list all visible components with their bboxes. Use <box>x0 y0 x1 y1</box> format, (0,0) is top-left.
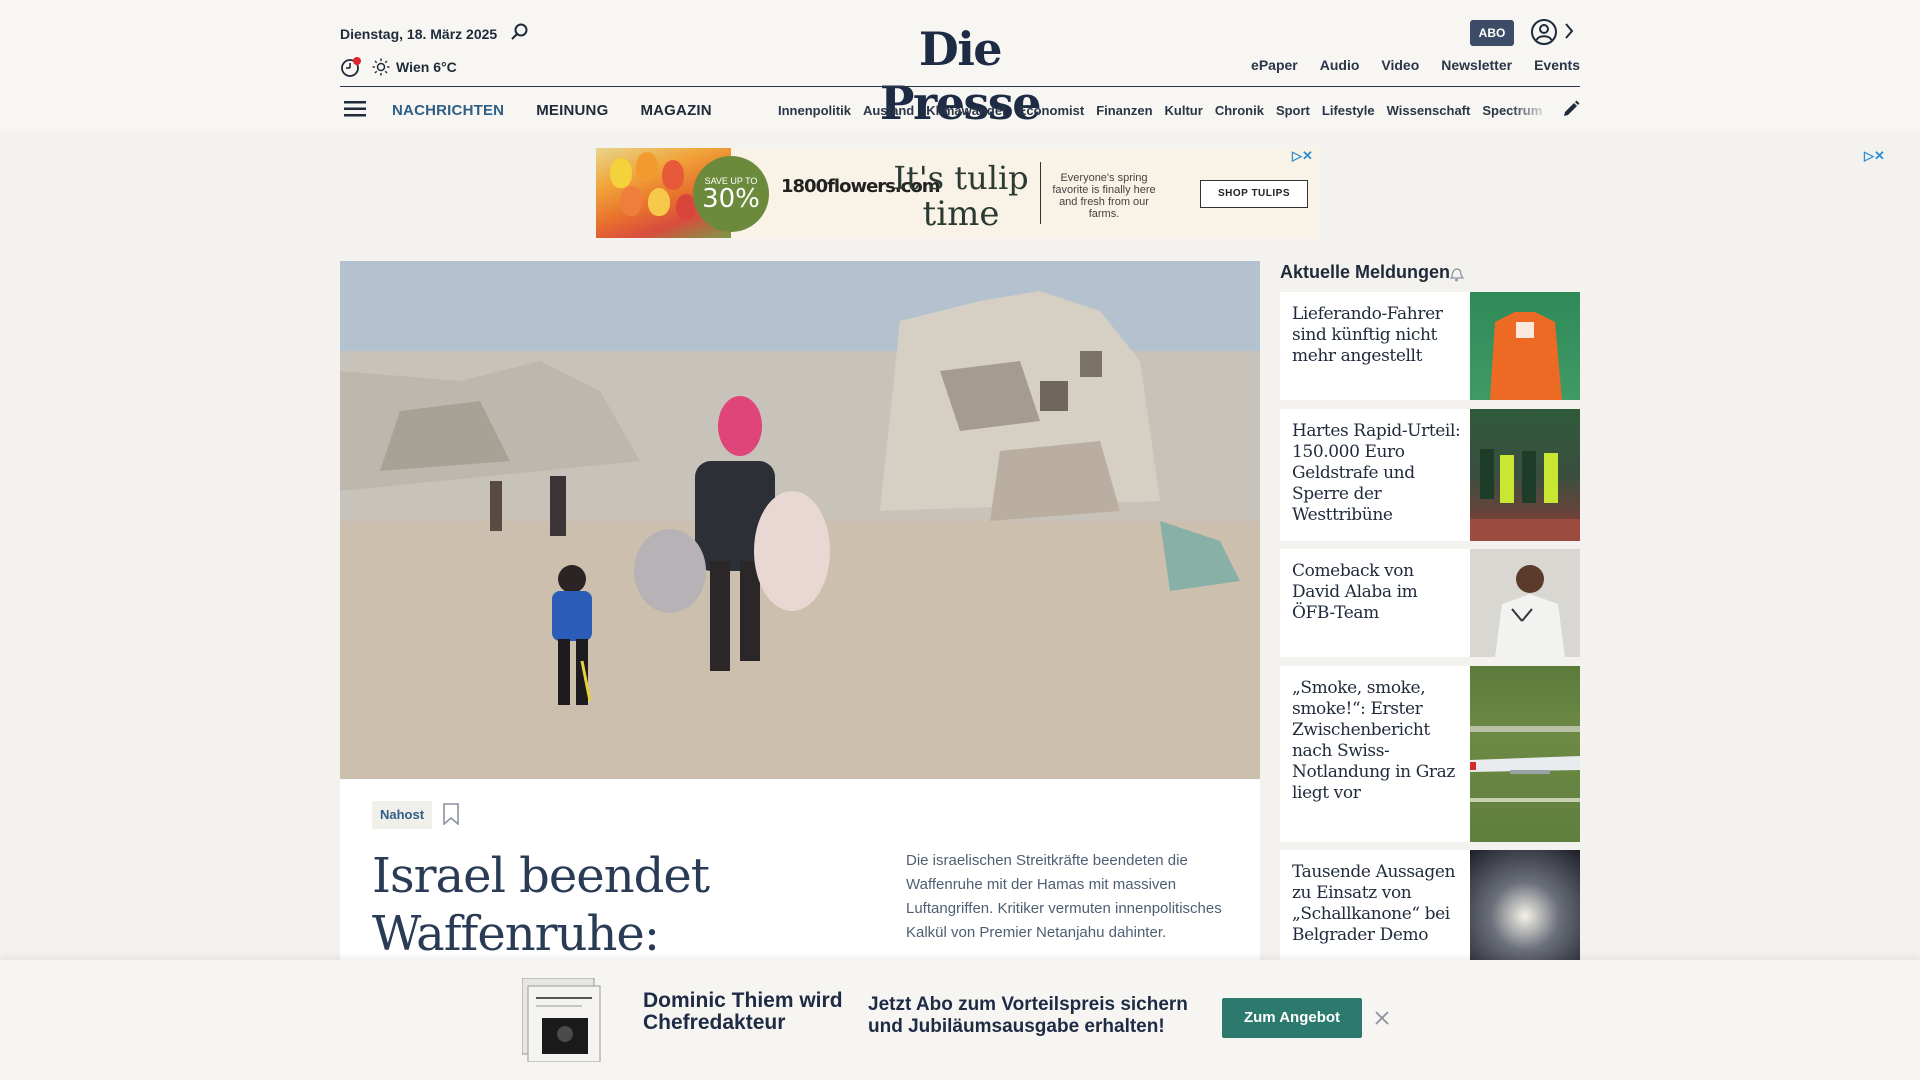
subnav-ausland[interactable]: Ausland <box>863 103 914 118</box>
adchoices-icon-right[interactable]: ▷✕ <box>1864 148 1896 164</box>
news-item[interactable]: „Smoke, smoke, smoke!“: Erster Zwischenb… <box>1280 666 1580 842</box>
top-link-video[interactable]: Video <box>1381 57 1419 73</box>
user-account-icon[interactable] <box>1530 18 1558 46</box>
tab-nachrichten[interactable]: NACHRICHTEN <box>392 102 504 119</box>
news-thumbnail <box>1470 666 1580 842</box>
news-thumbnail <box>1470 850 1580 960</box>
ad-copy: Everyone's spring favorite is finally he… <box>1052 172 1156 220</box>
subnav-kultur[interactable]: Kultur <box>1165 103 1203 118</box>
top-link-newsletter[interactable]: Newsletter <box>1441 57 1512 73</box>
sidebar-title: Aktuelle Meldungen <box>1280 262 1451 282</box>
category-tag[interactable]: Nahost <box>372 801 433 829</box>
subscription-promo-bar: Dominic Thiem wird Chefredakteur Jetzt A… <box>0 960 1920 1080</box>
advertisement-banner[interactable]: SAVE UP TO 30% 1800flowers.com It's tuli… <box>596 148 1320 238</box>
hamburger-menu-icon[interactable] <box>344 99 366 119</box>
news-thumbnail-graphic <box>1470 449 1580 541</box>
news-thumbnail <box>1470 549 1580 657</box>
ad-headline-line1: It's tulip <box>893 159 1029 197</box>
main-nav-tabs: NACHRICHTEN MEINUNG MAGAZIN <box>392 102 712 119</box>
bookmark-icon[interactable] <box>442 803 460 825</box>
weather-info[interactable]: Wien 6°C <box>396 59 457 75</box>
ad-headline: It's tulip time <box>886 160 1036 232</box>
notification-clock-icon[interactable] <box>340 56 362 78</box>
main-navigation: NACHRICHTEN MEINUNG MAGAZIN Innenpolitik… <box>340 88 1580 132</box>
promo-text: Jetzt Abo zum Vorteilspreis sichern und … <box>868 994 1188 1037</box>
subnav-klimawandel[interactable]: Klimawandel <box>926 103 1005 118</box>
news-item[interactable]: Comeback von David Alaba im ÖFB-Team <box>1280 549 1580 657</box>
tab-meinung[interactable]: MEINUNG <box>536 102 608 119</box>
news-thumbnail <box>1470 292 1580 400</box>
ad-separator <box>1040 162 1041 224</box>
search-icon[interactable] <box>510 22 530 42</box>
header-inner: Dienstag, 18. März 2025 Wien 6°C Die Pre… <box>340 0 1580 132</box>
news-item-title: Comeback von David Alaba im ÖFB-Team <box>1292 561 1418 623</box>
lead-headline[interactable]: Israel beendet Waffenruhe: <box>372 847 852 963</box>
news-item[interactable]: Lieferando-Fahrer sind künftig nicht meh… <box>1280 292 1580 400</box>
top-links: ePaper Audio Video Newsletter Events <box>1251 57 1580 73</box>
ad-headline-line2: time <box>922 194 1000 234</box>
top-link-events[interactable]: Events <box>1534 57 1580 73</box>
sun-icon <box>372 58 390 76</box>
top-link-epaper[interactable]: ePaper <box>1251 57 1298 73</box>
news-thumbnail-graphic <box>1490 312 1562 400</box>
zum-angebot-button[interactable]: Zum Angebot <box>1222 998 1362 1038</box>
subnav-sport[interactable]: Sport <box>1276 103 1310 118</box>
lead-story-image[interactable] <box>340 261 1260 779</box>
subnav-economist[interactable]: Economist <box>1018 103 1084 118</box>
promo-headline: Dominic Thiem wird Chefredakteur <box>643 989 843 1034</box>
sub-nav: Innenpolitik Ausland Klimawandel Economi… <box>778 103 1548 118</box>
pencil-icon[interactable] <box>1562 100 1580 118</box>
subnav-chronik[interactable]: Chronik <box>1215 103 1264 118</box>
news-item[interactable]: Tausende Aussagen zu Einsatz von „Schall… <box>1280 850 1580 960</box>
subnav-finanzen[interactable]: Finanzen <box>1096 103 1152 118</box>
site-header: Dienstag, 18. März 2025 Wien 6°C Die Pre… <box>0 0 1920 132</box>
tab-magazin[interactable]: MAGAZIN <box>640 102 711 119</box>
ad-cta-button[interactable]: SHOP TULIPS <box>1200 180 1308 208</box>
ad-badge-big: 30% <box>702 184 760 214</box>
newspaper-icon <box>522 978 601 1062</box>
news-thumbnail-graphic <box>1495 565 1565 657</box>
current-date: Dienstag, 18. März 2025 <box>340 26 498 42</box>
top-link-audio[interactable]: Audio <box>1320 57 1360 73</box>
bell-icon[interactable] <box>1448 266 1464 282</box>
abo-button[interactable]: ABO <box>1470 20 1514 46</box>
lead-teaser: Die israelischen Streitkräfte beendeten … <box>906 852 1222 941</box>
news-item[interactable]: Hartes Rapid-Urteil: 150.000 Euro Geldst… <box>1280 409 1580 541</box>
news-item-title: Hartes Rapid-Urteil: 150.000 Euro Geldst… <box>1292 421 1461 525</box>
close-icon[interactable] <box>1374 1010 1390 1026</box>
lead-photo-illustration <box>340 261 1260 779</box>
subnav-wissenschaft[interactable]: Wissenschaft <box>1387 103 1471 118</box>
header-divider <box>340 86 1580 87</box>
news-item-title: „Smoke, smoke, smoke!“: Erster Zwischenb… <box>1292 678 1455 803</box>
ad-discount-badge: SAVE UP TO 30% <box>693 156 769 232</box>
news-thumbnail <box>1470 409 1580 541</box>
news-item-title: Tausende Aussagen zu Einsatz von „Schall… <box>1292 862 1456 945</box>
chevron-right-icon[interactable] <box>1562 20 1576 42</box>
news-thumbnail-graphic <box>1470 726 1580 802</box>
subnav-innenpolitik[interactable]: Innenpolitik <box>778 103 851 118</box>
subnav-lifestyle[interactable]: Lifestyle <box>1322 103 1375 118</box>
adchoices-icon[interactable]: ▷✕ <box>1292 148 1324 164</box>
subnav-fade <box>1510 98 1550 124</box>
news-item-title: Lieferando-Fahrer sind künftig nicht meh… <box>1292 304 1443 366</box>
